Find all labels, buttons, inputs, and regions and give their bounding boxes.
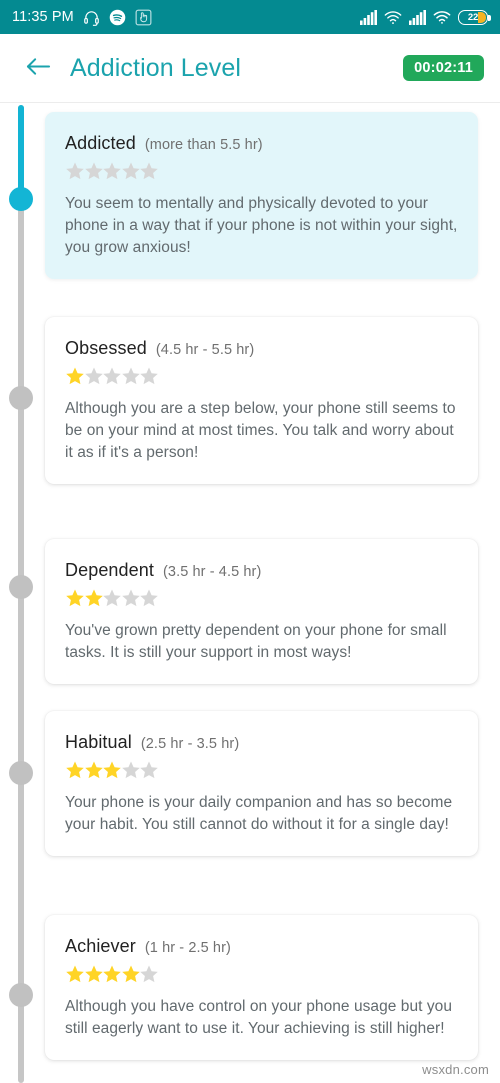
star-filled-icon bbox=[121, 965, 140, 983]
star-empty-icon bbox=[103, 589, 121, 607]
back-button[interactable] bbox=[12, 42, 64, 94]
level-range: (4.5 hr - 5.5 hr) bbox=[155, 342, 255, 358]
timeline-dot-0 bbox=[9, 187, 33, 211]
star-empty-icon bbox=[103, 367, 121, 385]
level-title: Habitual bbox=[65, 732, 132, 752]
spotify-icon bbox=[109, 9, 126, 26]
battery-fill bbox=[478, 11, 486, 23]
star-empty-icon bbox=[66, 162, 84, 180]
star-empty-icon bbox=[121, 162, 140, 180]
star-filled-icon bbox=[66, 761, 84, 779]
wifi-icon bbox=[433, 10, 451, 25]
addiction-level-card[interactable]: Habitual (2.5 hr - 3.5 hr) Your phone is y… bbox=[45, 711, 478, 856]
card-header: Dependent (3.5 hr - 4.5 hr) bbox=[65, 560, 458, 581]
star-filled-icon bbox=[84, 589, 103, 607]
addiction-level-card[interactable]: Dependent (3.5 hr - 4.5 hr) You've grown p… bbox=[45, 539, 478, 684]
level-description: Although you have control on your phone … bbox=[65, 998, 452, 1037]
headset-icon bbox=[83, 9, 100, 26]
addiction-level-card[interactable]: Achiever (1 hr - 2.5 hr) Although you have… bbox=[45, 915, 478, 1060]
star-filled-icon bbox=[66, 589, 84, 607]
level-description: You seem to mentally and physically devo… bbox=[65, 195, 458, 256]
card-header: Achiever (1 hr - 2.5 hr) bbox=[65, 936, 458, 957]
status-bar: 11:35 PM 22 bbox=[0, 0, 500, 34]
star-empty-icon bbox=[103, 162, 121, 180]
app-root: 11:35 PM 22 Addiction Level 00:02:11 Add… bbox=[0, 0, 500, 1083]
level-rating-stars bbox=[65, 587, 458, 609]
star-empty-icon bbox=[121, 761, 140, 779]
timeline-dot-3 bbox=[9, 761, 33, 785]
status-bar-left: 11:35 PM bbox=[12, 9, 152, 26]
star-filled-icon bbox=[103, 965, 121, 983]
level-range: (1 hr - 2.5 hr) bbox=[144, 940, 231, 956]
level-title: Dependent bbox=[65, 560, 154, 580]
star-empty-icon bbox=[84, 367, 103, 385]
level-title: Obsessed bbox=[65, 338, 147, 358]
level-range: (more than 5.5 hr) bbox=[144, 137, 263, 153]
timeline-rail-active bbox=[18, 105, 24, 200]
level-title: Addicted bbox=[65, 133, 136, 153]
session-timer-badge: 00:02:11 bbox=[403, 55, 484, 81]
level-title: Achiever bbox=[65, 936, 136, 956]
star-empty-icon bbox=[140, 162, 158, 180]
status-bar-right: 22 bbox=[360, 9, 491, 25]
star-filled-icon bbox=[66, 965, 84, 983]
timeline-dot-1 bbox=[9, 386, 33, 410]
star-filled-icon bbox=[84, 761, 103, 779]
star-filled-icon bbox=[103, 761, 121, 779]
app-bar: Addiction Level 00:02:11 bbox=[0, 34, 500, 103]
star-empty-icon bbox=[140, 761, 158, 779]
addiction-level-card[interactable]: Addicted (more than 5.5 hr) You seem to me… bbox=[45, 112, 478, 279]
star-empty-icon bbox=[121, 589, 140, 607]
level-rating-stars bbox=[65, 365, 458, 387]
star-empty-icon bbox=[84, 162, 103, 180]
star-empty-icon bbox=[121, 367, 140, 385]
star-filled-icon bbox=[66, 367, 84, 385]
card-header: Habitual (2.5 hr - 3.5 hr) bbox=[65, 732, 458, 753]
star-empty-icon bbox=[140, 965, 158, 983]
touch-assistant-icon bbox=[135, 9, 152, 26]
level-range: (2.5 hr - 3.5 hr) bbox=[140, 736, 240, 752]
star-empty-icon bbox=[140, 589, 158, 607]
card-header: Obsessed (4.5 hr - 5.5 hr) bbox=[65, 338, 458, 359]
wifi-calling-icon bbox=[384, 10, 402, 25]
level-rating-stars bbox=[65, 160, 458, 182]
page-title: Addiction Level bbox=[70, 53, 242, 82]
battery-level-label: 22 bbox=[467, 11, 479, 23]
watermark: wsxdn.com bbox=[422, 1062, 489, 1077]
timeline-dot-4 bbox=[9, 983, 33, 1007]
star-empty-icon bbox=[140, 367, 158, 385]
timeline-dot-2 bbox=[9, 575, 33, 599]
arrow-left-icon bbox=[25, 55, 52, 81]
level-description: Your phone is your daily companion and h… bbox=[65, 794, 453, 833]
level-rating-stars bbox=[65, 759, 458, 781]
signal-bars-sim1-icon bbox=[360, 9, 377, 25]
level-description: You've grown pretty dependent on your ph… bbox=[65, 622, 447, 661]
level-description: Although you are a step below, your phon… bbox=[65, 400, 456, 461]
status-bar-clock: 11:35 PM bbox=[12, 9, 74, 25]
addiction-level-card[interactable]: Obsessed (4.5 hr - 5.5 hr) Although you ar… bbox=[45, 317, 478, 484]
signal-bars-sim2-icon bbox=[409, 9, 426, 25]
star-filled-icon bbox=[84, 965, 103, 983]
level-range: (3.5 hr - 4.5 hr) bbox=[162, 564, 262, 580]
addiction-level-list-container: Addicted (more than 5.5 hr) You seem to me… bbox=[0, 103, 500, 1083]
level-rating-stars bbox=[65, 963, 458, 985]
card-header: Addicted (more than 5.5 hr) bbox=[65, 133, 458, 154]
battery-indicator: 22 bbox=[458, 9, 491, 25]
